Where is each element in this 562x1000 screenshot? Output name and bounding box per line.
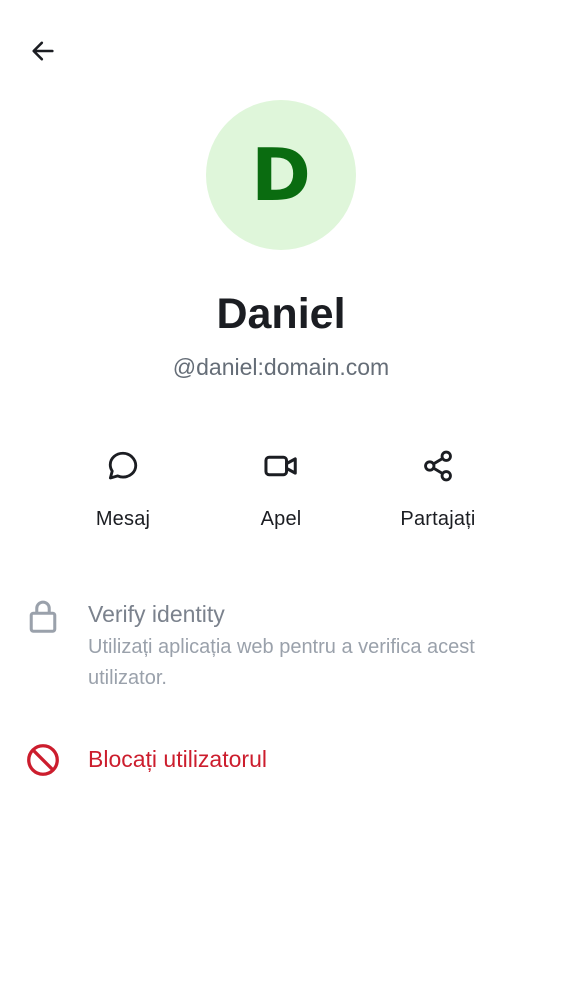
block-user-button[interactable]: Blocați utilizatorul [0,736,562,786]
message-label: Mesaj [95,508,151,530]
block-icon [27,744,59,776]
verify-identity-row: Verify identity Utilizați aplicația web … [0,596,562,696]
action-bar: Mesaj Apel Partajați [0,440,562,550]
call-button[interactable]: Apel [201,440,361,550]
user-id: @daniel:domain.com [172,354,390,380]
verify-identity-description: Utilizați aplicația web pentru a verific… [88,636,475,689]
arrow-left-icon [32,41,54,61]
call-label: Apel [260,508,302,530]
share-label: Partajați [400,508,476,530]
avatar-initial: D [251,133,311,217]
message-button[interactable]: Mesaj [43,440,203,550]
avatar: D [206,100,356,250]
back-button[interactable] [22,30,64,72]
verify-identity-title: Verify identity [88,601,225,627]
lock-icon [29,600,57,633]
block-user-label: Blocați utilizatorul [88,746,267,772]
share-icon [418,446,458,486]
video-camera-icon [261,446,301,486]
chat-bubble-icon [103,446,143,486]
display-name: Daniel [216,290,346,338]
share-button[interactable]: Partajați [358,440,518,550]
